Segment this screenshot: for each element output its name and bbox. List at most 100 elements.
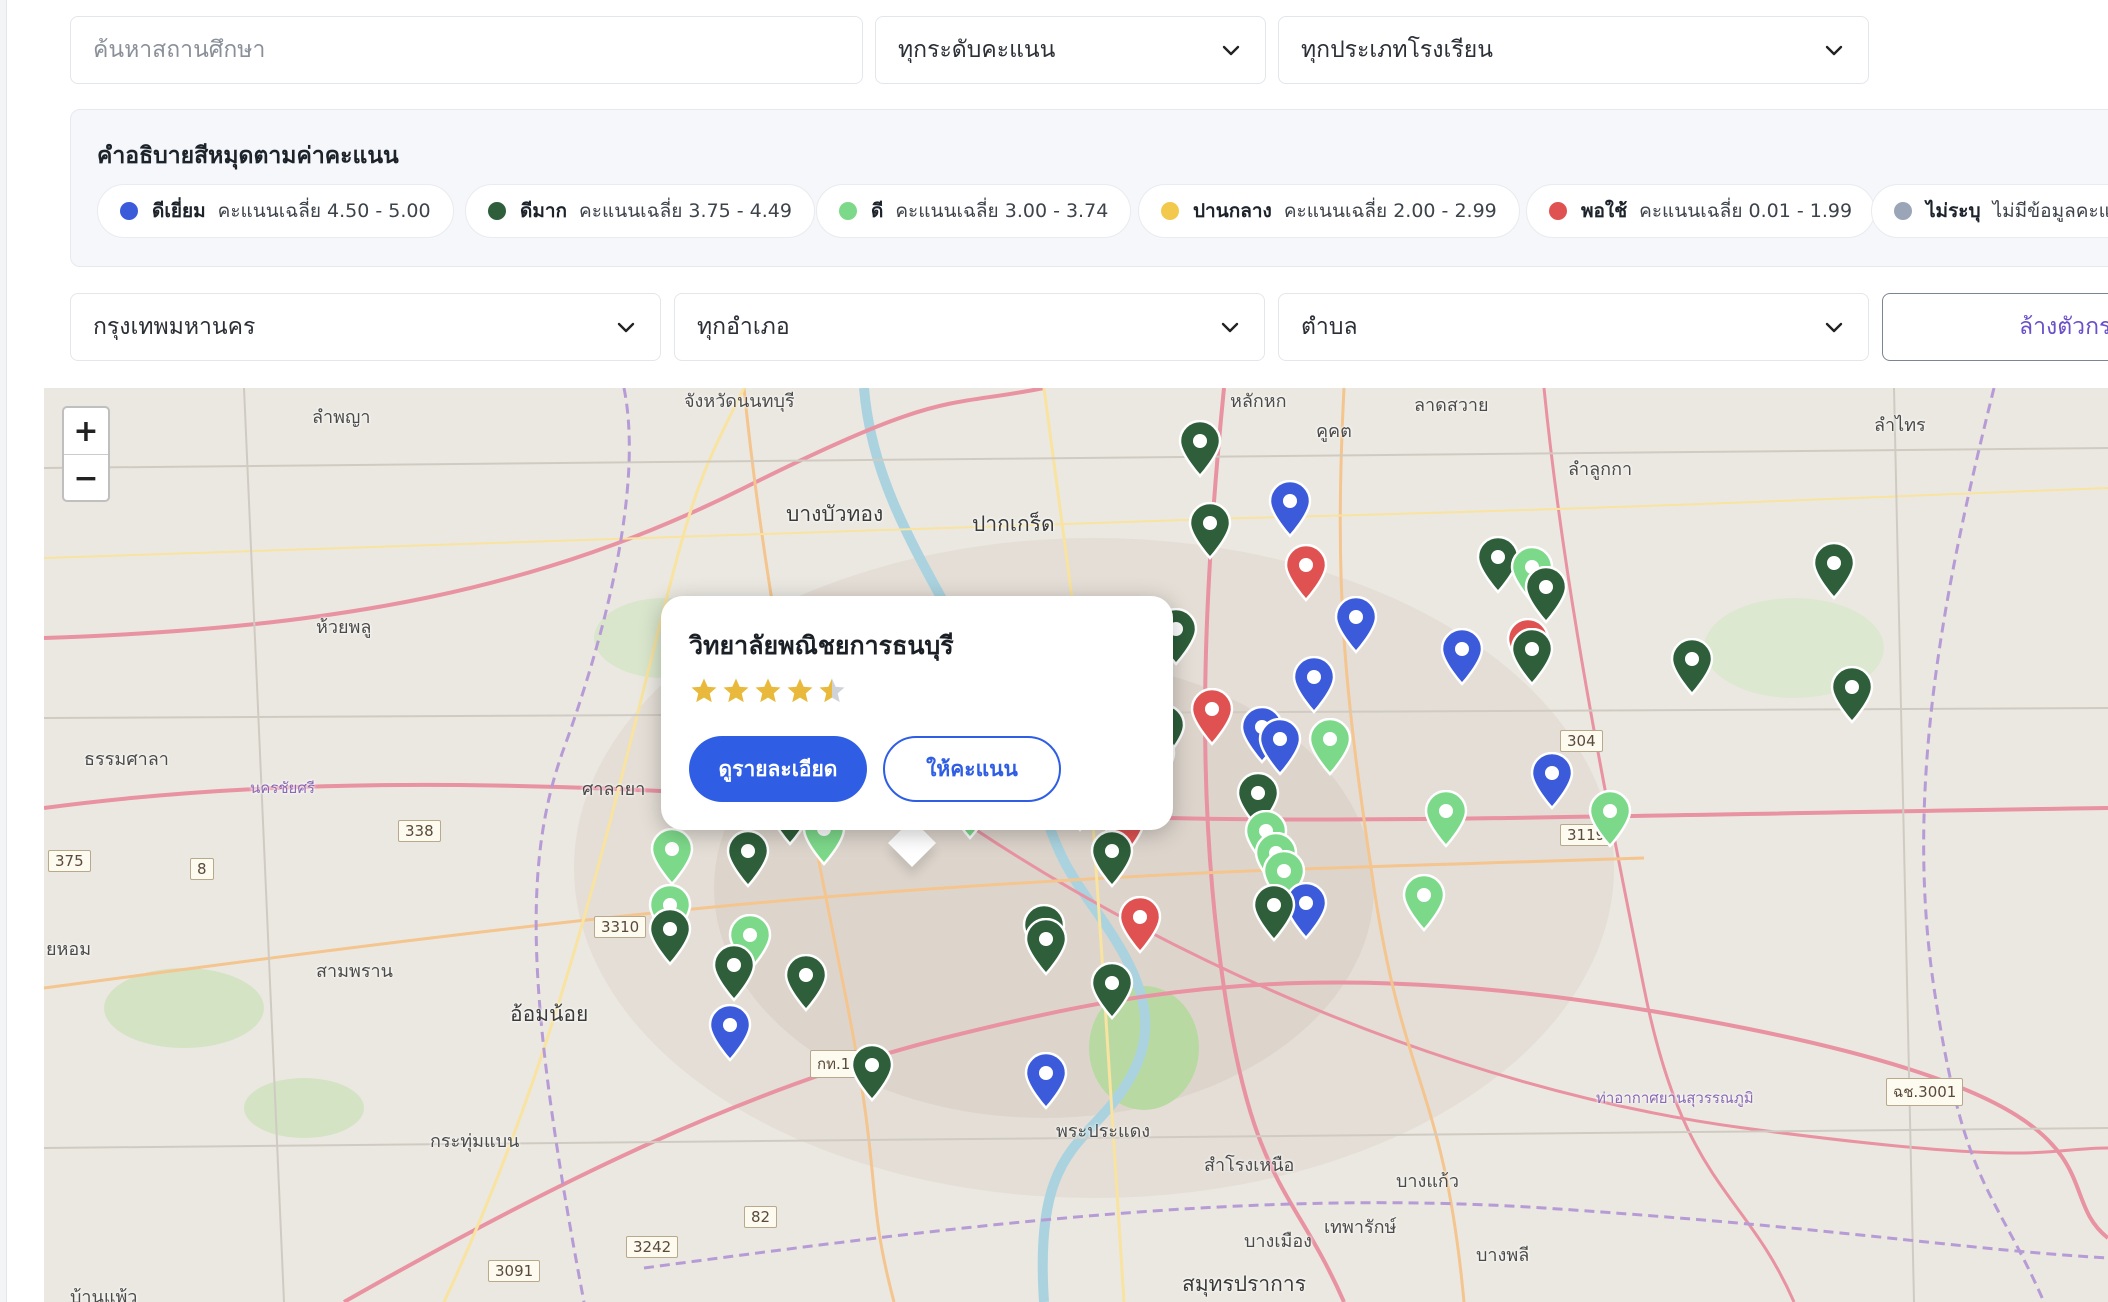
map-label-samut-prakan: สมุทรปราการ bbox=[1182, 1272, 1306, 1296]
school-pin-very-good[interactable] bbox=[1252, 884, 1296, 942]
road-number: 375 bbox=[48, 850, 91, 872]
school-pin-very-good[interactable] bbox=[1830, 666, 1874, 724]
school-pin-very-good[interactable] bbox=[1178, 420, 1222, 478]
star-icon bbox=[787, 678, 813, 703]
school-popup: วิทยาลัยพณิชยการธนบุรี ดูรายละเอียด ให้ค… bbox=[661, 596, 1173, 830]
school-pin-very-good[interactable] bbox=[850, 1044, 894, 1102]
school-pin-very-good[interactable] bbox=[648, 908, 692, 966]
legend-item-good: ดี คะแนนเฉลี่ย 3.00 - 3.74 bbox=[816, 184, 1132, 238]
school-pin-fair[interactable] bbox=[1284, 544, 1328, 602]
subdistrict-select[interactable]: ตำบล bbox=[1278, 293, 1869, 361]
pin-color-legend: คำอธิบายสีหมุดตามค่าคะแนน ดีเยี่ยม คะแนน… bbox=[70, 109, 2108, 267]
map-label-bang-phli: บางพลี bbox=[1476, 1245, 1530, 1266]
clear-filters-button[interactable]: ล้างตัวกรอง bbox=[1882, 293, 2108, 361]
map-label-khu-khot: คูคต bbox=[1316, 421, 1352, 442]
map-label-krathum-baen: กระทุ่มแบน bbox=[430, 1131, 520, 1152]
school-pin-excellent[interactable] bbox=[708, 1004, 752, 1062]
rate-button[interactable]: ให้คะแนน bbox=[883, 736, 1061, 802]
road-number: 3310 bbox=[594, 916, 647, 938]
map-label-thammasala: ธรรมศาลา bbox=[84, 749, 169, 770]
side-panel-edge bbox=[0, 0, 7, 1302]
legend-item-range: คะแนนเฉลี่ย 3.75 - 4.49 bbox=[579, 200, 792, 222]
map-label-huai-phlu: ห้วยพลู bbox=[316, 617, 372, 638]
school-pin-good[interactable] bbox=[650, 828, 694, 886]
school-pin-good[interactable] bbox=[1402, 874, 1446, 932]
district-value: ทุกอำเภอ bbox=[697, 314, 790, 340]
color-dot bbox=[1161, 202, 1179, 220]
legend-item-range: คะแนนเฉลี่ย 0.01 - 1.99 bbox=[1639, 200, 1853, 222]
chevron-down-icon bbox=[617, 322, 635, 333]
school-pin-excellent[interactable] bbox=[1268, 480, 1312, 538]
school-pin-very-good[interactable] bbox=[712, 944, 756, 1002]
legend-item-fair: พอใช้ คะแนนเฉลี่ย 0.01 - 1.99 bbox=[1526, 184, 1876, 238]
color-dot bbox=[1549, 202, 1567, 220]
legend-item-name: ดีมาก bbox=[520, 200, 568, 222]
school-pin-very-good[interactable] bbox=[784, 954, 828, 1012]
legend-item-unspecified: ไม่ระบุ ไม่มีข้อมูลคะแนน bbox=[1871, 184, 2108, 238]
legend-item-range: คะแนนเฉลี่ย 4.50 - 5.00 bbox=[217, 200, 431, 222]
school-pin-very-good[interactable] bbox=[1812, 542, 1856, 600]
school-name: วิทยาลัยพณิชยการธนบุรี bbox=[689, 631, 954, 660]
school-pin-very-good[interactable] bbox=[1090, 830, 1134, 888]
school-pin-fair[interactable] bbox=[1118, 896, 1162, 954]
school-pin-excellent[interactable] bbox=[1024, 1052, 1068, 1110]
legend-item-name: พอใช้ bbox=[1581, 200, 1628, 222]
map-label-nakhon-chai-si: นครชัยศรี bbox=[250, 779, 315, 797]
school-pin-very-good[interactable] bbox=[1670, 638, 1714, 696]
score-level-select[interactable]: ทุกระดับคะแนน bbox=[875, 16, 1266, 84]
legend-item-name: ดีเยี่ยม bbox=[152, 200, 206, 222]
school-pin-very-good[interactable] bbox=[1510, 628, 1554, 686]
school-pin-excellent[interactable] bbox=[1334, 596, 1378, 654]
school-pin-excellent[interactable] bbox=[1292, 656, 1336, 714]
zoom-in-button[interactable]: + bbox=[64, 408, 108, 454]
subdistrict-value: ตำบล bbox=[1301, 314, 1358, 340]
star-half-icon bbox=[819, 678, 845, 703]
school-pin-very-good[interactable] bbox=[1188, 502, 1232, 560]
school-pin-good[interactable] bbox=[1588, 790, 1632, 848]
district-select[interactable]: ทุกอำเภอ bbox=[674, 293, 1265, 361]
chevron-down-icon bbox=[1222, 45, 1240, 56]
school-pin-very-good[interactable] bbox=[1024, 918, 1068, 976]
school-type-value: ทุกประเภทโรงเรียน bbox=[1301, 37, 1493, 63]
zoom-out-button[interactable]: − bbox=[64, 454, 108, 501]
road-number: 8 bbox=[190, 858, 214, 880]
search-placeholder: ค้นหาสถานศึกษา bbox=[93, 37, 266, 63]
map-label-lat-sawai: ลาดสวาย bbox=[1414, 395, 1489, 416]
school-pin-good[interactable] bbox=[1308, 718, 1352, 776]
legend-item-moderate: ปานกลาง คะแนนเฉลี่ย 2.00 - 2.99 bbox=[1138, 184, 1520, 238]
color-dot bbox=[488, 202, 506, 220]
school-map[interactable]: จังหวัดนนทบุรี ลำพญา บางบัวทอง ปากเกร็ด … bbox=[44, 388, 2108, 1302]
school-pin-excellent[interactable] bbox=[1530, 752, 1574, 810]
view-details-button[interactable]: ดูรายละเอียด bbox=[689, 736, 867, 802]
school-pin-good[interactable] bbox=[1424, 790, 1468, 848]
map-label-bang-bua-thong: บางบัวทอง bbox=[786, 502, 884, 526]
star-icon bbox=[691, 678, 717, 703]
legend-item-range: คะแนนเฉลี่ย 3.00 - 3.74 bbox=[895, 200, 1109, 222]
map-label-sala-ya: ศาลายา bbox=[582, 779, 646, 800]
school-pin-very-good[interactable] bbox=[726, 830, 770, 888]
map-label-pak-kret: ปากเกร็ด bbox=[972, 512, 1055, 536]
map-base-tiles[interactable] bbox=[44, 388, 2108, 1302]
star-icon bbox=[755, 678, 781, 703]
map-label-nonthaburi: จังหวัดนนทบุรี bbox=[684, 391, 795, 412]
school-type-select[interactable]: ทุกประเภทโรงเรียน bbox=[1278, 16, 1869, 84]
color-dot bbox=[1894, 202, 1912, 220]
search-input[interactable]: ค้นหาสถานศึกษา bbox=[70, 16, 863, 84]
chevron-down-icon bbox=[1825, 45, 1843, 56]
map-label-bang-mueang: บางเมือง bbox=[1244, 1231, 1312, 1252]
color-dot bbox=[120, 202, 138, 220]
chevron-down-icon bbox=[1825, 322, 1843, 333]
legend-item-range: คะแนนเฉลี่ย 2.00 - 2.99 bbox=[1283, 200, 1497, 222]
map-label-lam-phaya: ลำพญา bbox=[312, 407, 371, 428]
map-label-phra-pradaeng: พระประแดง bbox=[1056, 1121, 1151, 1142]
province-select[interactable]: กรุงเทพมหานคร bbox=[70, 293, 661, 361]
legend-item-very-good: ดีมาก คะแนนเฉลี่ย 3.75 - 4.49 bbox=[465, 184, 815, 238]
score-level-value: ทุกระดับคะแนน bbox=[898, 37, 1056, 63]
school-pin-fair[interactable] bbox=[1190, 688, 1234, 746]
legend-item-range: ไม่มีข้อมูลคะแนน bbox=[1992, 200, 2108, 222]
school-pin-very-good[interactable] bbox=[1090, 962, 1134, 1020]
map-label-lak-hok: หลักหก bbox=[1230, 391, 1287, 412]
school-pin-very-good[interactable] bbox=[1524, 566, 1568, 624]
school-pin-excellent[interactable] bbox=[1440, 628, 1484, 686]
school-pin-excellent[interactable] bbox=[1258, 718, 1302, 776]
